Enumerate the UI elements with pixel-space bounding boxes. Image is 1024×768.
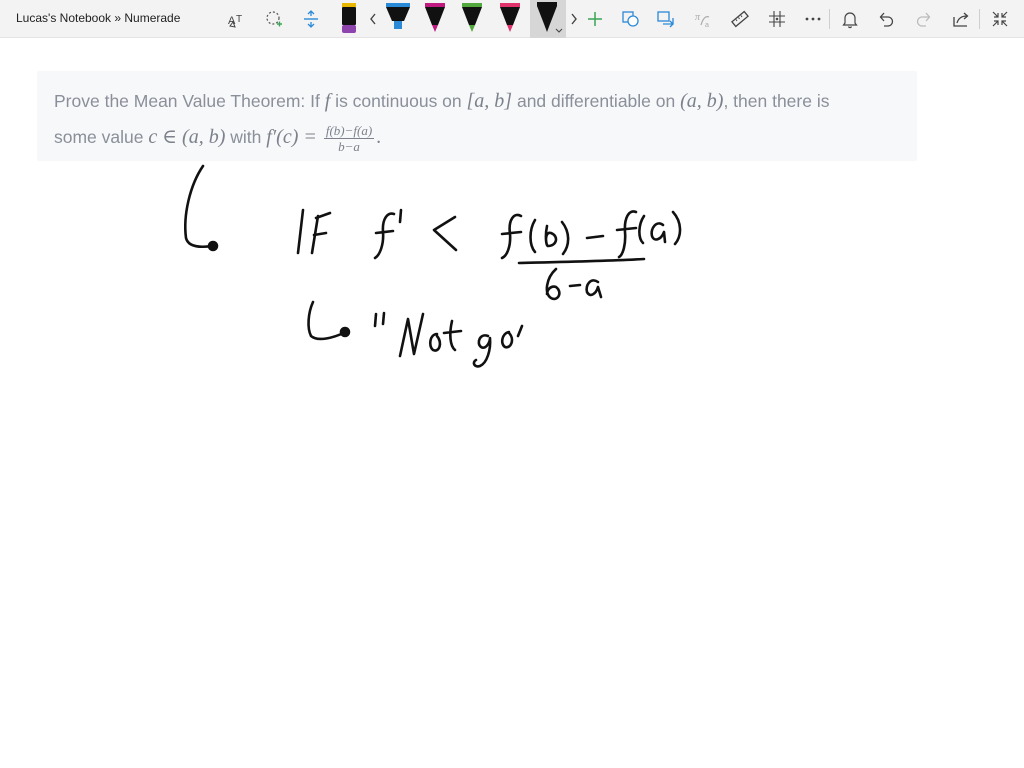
ink-less-than [432,215,458,252]
ink-apostrophe [516,324,524,338]
ink-denominator-minus [568,283,582,288]
ink-denominator-b [545,267,561,301]
ink-fraction-bar [517,257,646,265]
ink-letter-o-2 [500,330,514,349]
ink-letter-N [398,312,425,358]
ink-f-a [615,210,682,259]
ink-letter-g [472,334,492,368]
ink-arrow-dot [207,240,219,252]
ink-letter-t [442,319,463,352]
ink-canvas[interactable] [0,0,1024,768]
ink-arrow-dot-2 [339,326,351,338]
ink-denominator-a [585,279,603,299]
ink-arrow-hook [184,164,214,249]
ink-letter-I [296,208,305,255]
ink-minus [585,234,605,240]
ink-letter-F [310,211,332,255]
ink-fprime [373,208,403,260]
ink-letter-o [428,332,442,352]
ink-f-b [500,213,570,260]
ink-quote [373,311,386,328]
